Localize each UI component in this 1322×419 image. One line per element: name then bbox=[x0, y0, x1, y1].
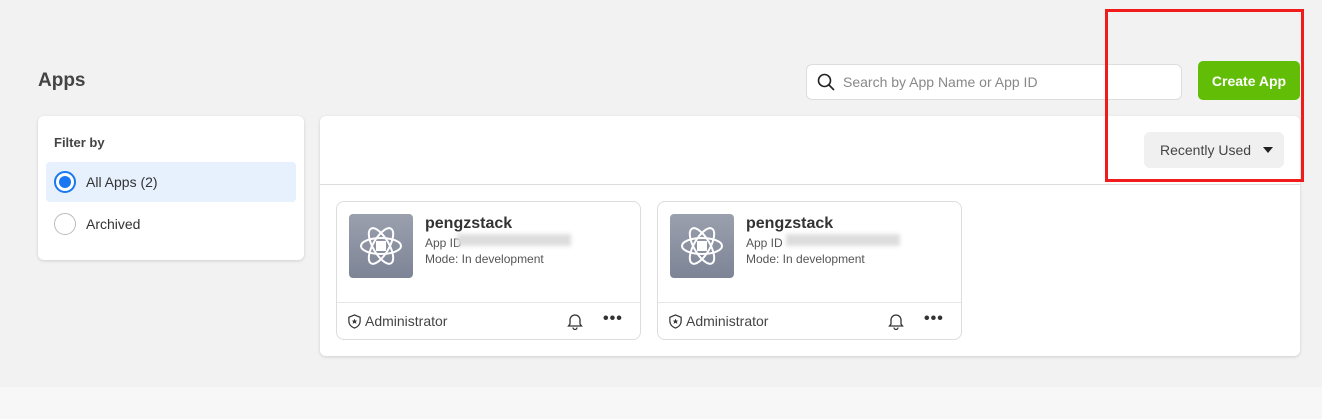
filter-option-all-apps[interactable]: All Apps (2) bbox=[46, 162, 296, 202]
app-card[interactable]: pengzstack App ID Mode: In development A… bbox=[657, 201, 962, 340]
caret-down-icon bbox=[1263, 147, 1274, 153]
role: Administrator bbox=[668, 313, 768, 329]
search-box[interactable] bbox=[806, 64, 1182, 100]
radio-unselected[interactable] bbox=[54, 213, 76, 235]
create-app-button[interactable]: Create App bbox=[1198, 61, 1300, 100]
role: Administrator bbox=[347, 313, 447, 329]
search-icon bbox=[817, 73, 835, 91]
bell-icon[interactable] bbox=[888, 312, 904, 330]
atom-app-icon bbox=[670, 214, 734, 278]
role-label: Administrator bbox=[365, 313, 448, 329]
card-divider bbox=[337, 302, 640, 303]
page-title: Apps bbox=[38, 70, 86, 91]
filter-option-label: All Apps (2) bbox=[86, 174, 158, 190]
card-divider bbox=[658, 302, 961, 303]
shield-star-icon bbox=[669, 313, 682, 329]
role-label: Administrator bbox=[686, 313, 769, 329]
filter-option-label: Archived bbox=[86, 216, 141, 232]
filter-option-archived[interactable]: Archived bbox=[46, 204, 296, 244]
search-input[interactable] bbox=[843, 74, 1163, 90]
atom-app-icon bbox=[349, 214, 413, 278]
filter-heading: Filter by bbox=[54, 135, 105, 150]
shield-star-icon bbox=[348, 313, 361, 329]
app-id-label: App ID bbox=[746, 236, 783, 250]
redacted-app-id bbox=[786, 234, 900, 246]
more-options-icon[interactable]: ••• bbox=[603, 310, 623, 328]
app-mode: Mode: In development bbox=[425, 252, 544, 266]
divider bbox=[320, 184, 1300, 185]
app-name[interactable]: pengzstack bbox=[425, 215, 512, 233]
app-card[interactable]: pengzstack App ID Mode: In development A… bbox=[336, 201, 641, 340]
apps-panel: Recently Used pengzstack App ID Mode: In… bbox=[320, 116, 1300, 356]
sort-label: Recently Used bbox=[1160, 142, 1252, 158]
redacted-app-id bbox=[457, 234, 571, 246]
more-options-icon[interactable]: ••• bbox=[924, 310, 944, 328]
bell-icon[interactable] bbox=[567, 312, 583, 330]
sort-dropdown[interactable]: Recently Used bbox=[1144, 132, 1284, 168]
app-mode: Mode: In development bbox=[746, 252, 865, 266]
app-name[interactable]: pengzstack bbox=[746, 215, 833, 233]
filter-panel: Filter by All Apps (2) Archived bbox=[38, 116, 304, 260]
radio-selected[interactable] bbox=[54, 171, 76, 193]
